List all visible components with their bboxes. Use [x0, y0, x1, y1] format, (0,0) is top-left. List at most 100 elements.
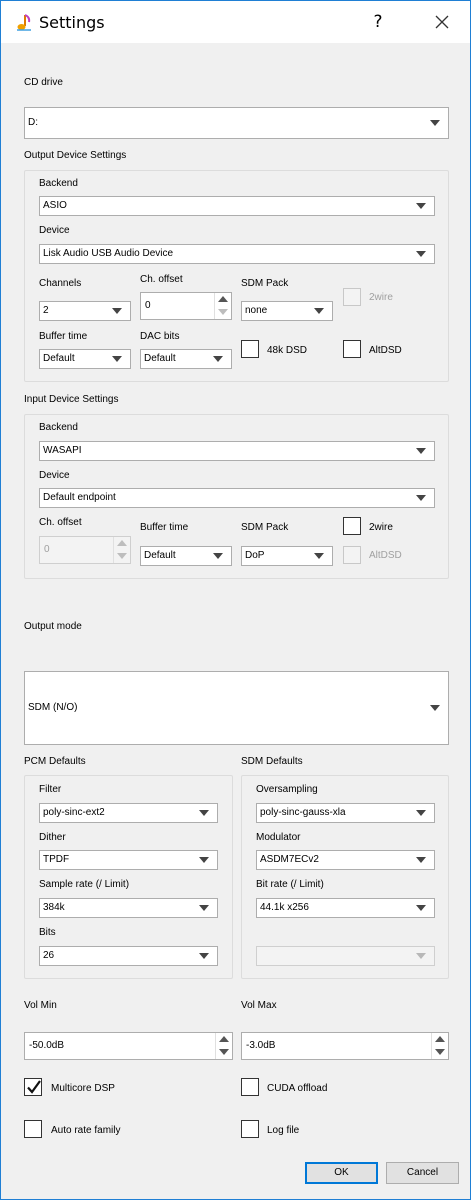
input-altdsd-label: AltDSD	[369, 550, 402, 561]
output-device-value: Lisk Audio USB Audio Device	[43, 248, 174, 259]
output-buffer-time-select[interactable]: Default	[39, 349, 131, 369]
output-altdsd-checkbox[interactable]	[343, 340, 361, 358]
chevron-down-icon	[416, 495, 426, 501]
chevron-down-icon	[416, 905, 426, 911]
arrow-down-icon	[218, 309, 228, 315]
output-backend-select[interactable]: ASIO	[39, 196, 435, 216]
arrow-up-icon	[219, 1036, 229, 1042]
spin-up-button[interactable]	[432, 1033, 448, 1046]
output-backend-label: Backend	[39, 178, 78, 189]
vol-min-label: Vol Min	[24, 1000, 57, 1011]
input-sdm-pack-value: DoP	[245, 550, 265, 561]
output-2wire-label: 2wire	[369, 292, 393, 303]
spin-up-button[interactable]	[114, 537, 130, 550]
cuda-offload-checkbox[interactable]	[241, 1078, 259, 1096]
input-2wire-checkbox[interactable]	[343, 517, 361, 535]
pcm-filter-select[interactable]: poly-sinc-ext2	[39, 803, 218, 823]
output-mode-select[interactable]: SDM (N/O)	[24, 671, 449, 745]
input-backend-label: Backend	[39, 422, 78, 433]
window-title: Settings	[39, 13, 105, 32]
chevron-down-icon	[314, 308, 324, 314]
spin-down-button[interactable]	[216, 1046, 232, 1059]
ok-button[interactable]: OK	[305, 1162, 378, 1184]
checkmark-icon	[27, 1080, 41, 1094]
auto-rate-family-checkbox[interactable]	[24, 1120, 42, 1138]
vol-max-label: Vol Max	[241, 1000, 277, 1011]
spin-down-button[interactable]	[432, 1046, 448, 1059]
cuda-offload-label: CUDA offload	[267, 1083, 328, 1094]
vol-max-spinbox[interactable]: -3.0dB	[241, 1032, 449, 1060]
cancel-button[interactable]: Cancel	[386, 1162, 459, 1184]
chevron-down-icon	[112, 356, 122, 362]
sdm-modulator-select[interactable]: ASDM7ECv2	[256, 850, 435, 870]
sdm-oversampling-value: poly-sinc-gauss-xla	[260, 807, 346, 818]
close-button[interactable]	[429, 9, 455, 35]
spin-up-button[interactable]	[215, 293, 231, 306]
output-channels-value: 2	[43, 305, 49, 316]
sdm-modulator-label: Modulator	[256, 832, 301, 843]
spin-up-button[interactable]	[216, 1033, 232, 1046]
input-sdm-pack-select[interactable]: DoP	[241, 546, 333, 566]
input-backend-select[interactable]: WASAPI	[39, 441, 435, 461]
output-sdm-pack-label: SDM Pack	[241, 278, 289, 289]
chevron-down-icon	[199, 810, 209, 816]
cd-drive-select[interactable]: D:	[24, 107, 449, 139]
input-device-value: Default endpoint	[43, 492, 116, 503]
log-file-checkbox[interactable]	[241, 1120, 259, 1138]
output-device-select[interactable]: Lisk Audio USB Audio Device	[39, 244, 435, 264]
output-channels-select[interactable]: 2	[39, 301, 131, 321]
vol-min-spinbox[interactable]: -50.0dB	[24, 1032, 233, 1060]
chevron-down-icon	[416, 251, 426, 257]
multicore-dsp-checkbox[interactable]	[24, 1078, 42, 1096]
sdm-bit-rate-label: Bit rate (/ Limit)	[256, 879, 324, 890]
output-backend-value: ASIO	[43, 200, 67, 211]
output-altdsd-label: AltDSD	[369, 345, 402, 356]
output-48k-dsd-checkbox[interactable]	[241, 340, 259, 358]
input-2wire-label: 2wire	[369, 522, 393, 533]
output-ch-offset-spinbox[interactable]: 0	[140, 292, 232, 320]
input-device-group-label: Input Device Settings	[24, 394, 119, 405]
input-device-select[interactable]: Default endpoint	[39, 488, 435, 508]
chevron-down-icon	[430, 705, 440, 711]
pcm-sample-rate-select[interactable]: 384k	[39, 898, 218, 918]
chevron-down-icon	[416, 203, 426, 209]
sdm-bit-rate-select[interactable]: 44.1k x256	[256, 898, 435, 918]
output-dac-bits-label: DAC bits	[140, 331, 180, 342]
vol-max-value: -3.0dB	[246, 1040, 276, 1051]
sdm-oversampling-select[interactable]: poly-sinc-gauss-xla	[256, 803, 435, 823]
spin-down-button[interactable]	[215, 306, 231, 319]
pcm-dither-select[interactable]: TPDF	[39, 850, 218, 870]
pcm-bits-select[interactable]: 26	[39, 946, 218, 966]
sdm-defaults-label: SDM Defaults	[241, 756, 303, 767]
input-altdsd-checkbox[interactable]	[343, 546, 361, 564]
output-2wire-checkbox[interactable]	[343, 288, 361, 306]
pcm-filter-label: Filter	[39, 784, 62, 795]
output-dac-bits-select[interactable]: Default	[140, 349, 232, 369]
pcm-sample-rate-label: Sample rate (/ Limit)	[39, 879, 130, 890]
arrow-up-icon	[117, 540, 127, 546]
output-buffer-time-value: Default	[43, 353, 75, 364]
chevron-down-icon	[314, 553, 324, 559]
chevron-down-icon	[199, 905, 209, 911]
output-sdm-pack-select[interactable]: none	[241, 301, 333, 321]
arrow-down-icon	[435, 1049, 445, 1055]
input-buffer-time-value: Default	[144, 550, 176, 561]
output-mode-value: SDM (N/O)	[28, 702, 78, 713]
pcm-sample-rate-value: 384k	[43, 902, 65, 913]
pcm-bits-label: Bits	[39, 927, 56, 938]
chevron-down-icon	[213, 356, 223, 362]
output-sdm-pack-value: none	[245, 305, 268, 316]
log-file-label: Log file	[267, 1125, 300, 1136]
sdm-bit-rate-value: 44.1k x256	[260, 902, 309, 913]
input-sdm-pack-label: SDM Pack	[241, 522, 289, 533]
spin-down-button[interactable]	[114, 550, 130, 563]
help-button[interactable]: ?	[366, 9, 390, 35]
input-ch-offset-spinbox[interactable]: 0	[39, 536, 131, 564]
input-device-label: Device	[39, 470, 70, 481]
output-mode-label: Output mode	[24, 621, 82, 632]
input-buffer-time-select[interactable]: Default	[140, 546, 232, 566]
title-bar[interactable]: Settings ?	[1, 1, 470, 43]
input-backend-value: WASAPI	[43, 445, 82, 456]
sdm-extra-select[interactable]	[256, 946, 435, 966]
sdm-modulator-value: ASDM7ECv2	[260, 854, 319, 865]
